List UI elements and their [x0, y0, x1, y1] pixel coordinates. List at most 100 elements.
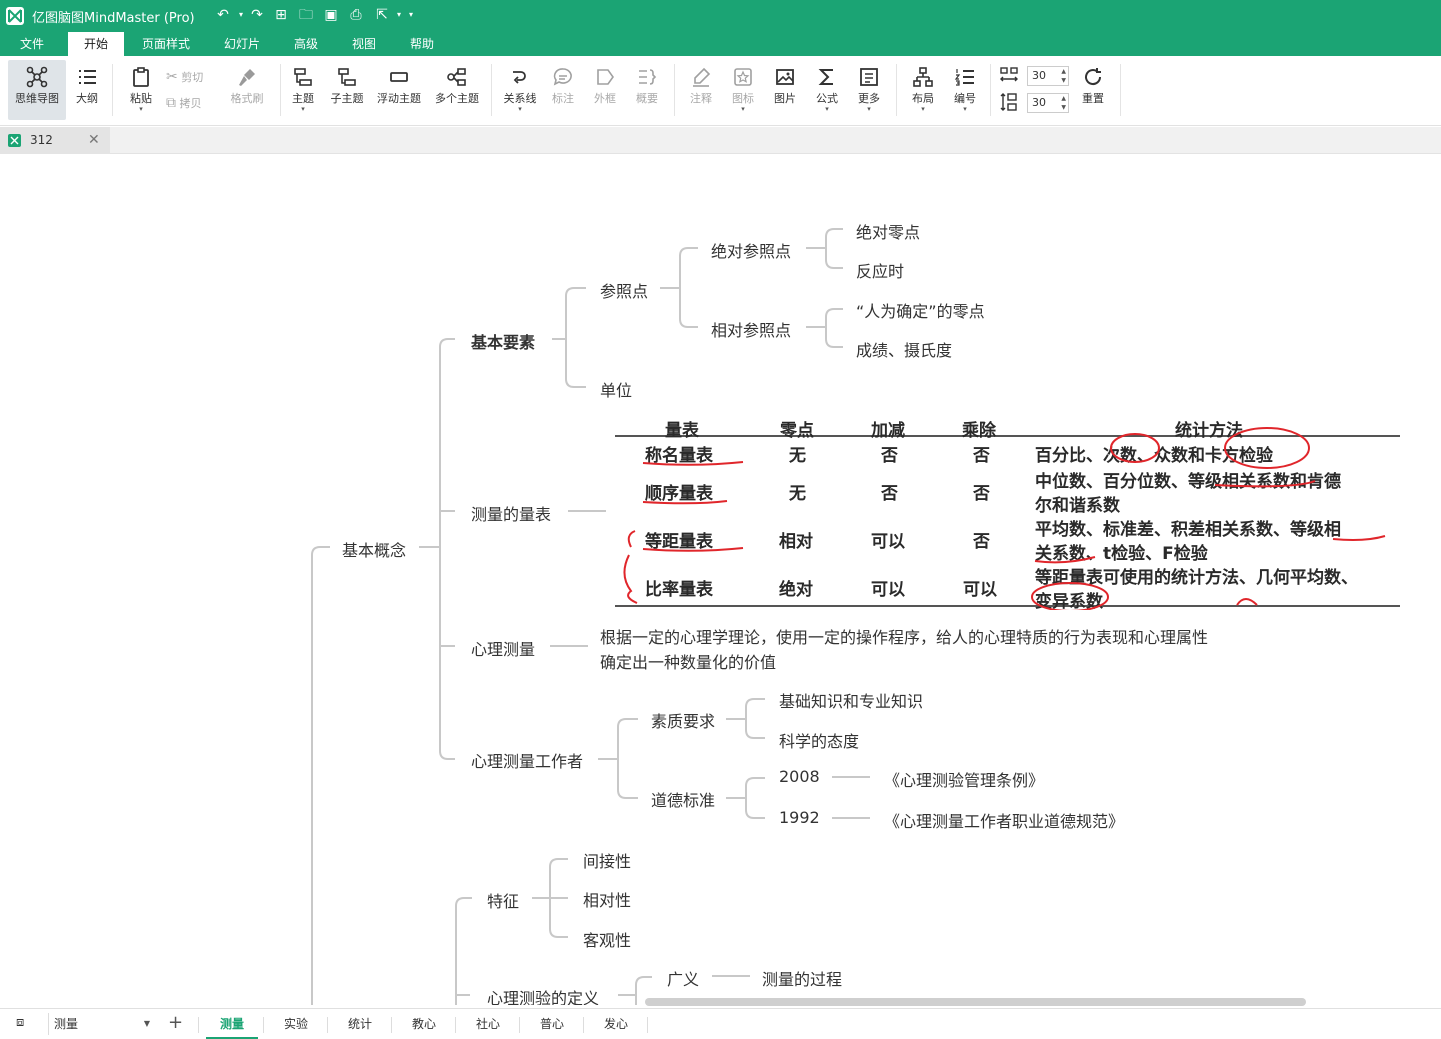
outline-view-label: 大纲: [76, 92, 98, 105]
node-features[interactable]: 特征: [487, 888, 519, 912]
node-definition[interactable]: 心理测验的定义: [487, 985, 599, 1005]
node-indirect[interactable]: 间接性: [583, 848, 631, 872]
relationship-dropdown-icon[interactable]: ▾: [498, 106, 542, 113]
more-icon: [860, 68, 878, 86]
node-scales[interactable]: 测量的量表: [471, 501, 551, 525]
page-view-icon[interactable]: ⧈: [16, 1015, 24, 1030]
node-root[interactable]: 基本概念: [342, 537, 406, 561]
paste-button[interactable]: 粘贴 ▾: [124, 60, 158, 120]
node-reference-point[interactable]: 参照点: [600, 278, 648, 302]
horizontal-spacing-input[interactable]: 30 ▲ ▼: [1027, 66, 1069, 86]
menu-view[interactable]: 视图: [340, 32, 388, 56]
scale-table-image[interactable]: 量表 零点 加减 乘除 统计方法 称名量表 无 否 否 百分比、次数、众数和卡方…: [615, 415, 1400, 612]
boundary-button[interactable]: 外框: [588, 60, 622, 120]
sheet-tab[interactable]: 实验: [270, 1009, 322, 1039]
menu-advanced[interactable]: 高级: [282, 32, 330, 56]
summary-button[interactable]: 概要: [630, 60, 664, 120]
formula-button[interactable]: 公式 ▾: [810, 60, 844, 120]
node-relative[interactable]: 相对性: [583, 887, 631, 911]
multiple-topics-button[interactable]: 多个主题: [430, 60, 484, 120]
node-psych-definition-line2[interactable]: 确定出一种数量化的价值: [600, 649, 776, 673]
menu-home[interactable]: 开始: [68, 32, 124, 56]
undo-icon[interactable]: ↶: [214, 6, 232, 24]
layout-button[interactable]: 布局 ▾: [906, 60, 940, 120]
sheet-tab[interactable]: 统计: [334, 1009, 386, 1039]
numbering-dropdown-icon[interactable]: ▾: [948, 106, 982, 113]
node-process[interactable]: 测量的过程: [762, 966, 842, 990]
layout-dropdown-icon[interactable]: ▾: [906, 106, 940, 113]
outline-view-button[interactable]: 大纲: [68, 60, 106, 120]
node-basic-elements[interactable]: 基本要素: [471, 329, 535, 353]
callout-button[interactable]: 标注: [546, 60, 580, 120]
node-grades[interactable]: 成绩、摄氏度: [856, 337, 952, 361]
paste-dropdown-icon[interactable]: ▾: [124, 106, 158, 113]
node-broad[interactable]: 广义: [667, 966, 699, 990]
sheet-tab[interactable]: 教心: [398, 1009, 450, 1039]
horizontal-spacing-up-icon[interactable]: ▲: [1061, 68, 1066, 75]
topic-button[interactable]: 主题 ▾: [286, 60, 320, 120]
node-relative-reference[interactable]: 相对参照点: [711, 317, 791, 341]
node-absolute-zero[interactable]: 绝对零点: [856, 219, 920, 243]
redo-icon[interactable]: ↷: [248, 6, 266, 24]
menu-slides[interactable]: 幻灯片: [214, 32, 270, 56]
vertical-spacing-up-icon[interactable]: ▲: [1061, 95, 1066, 102]
menu-file[interactable]: 文件: [8, 32, 56, 56]
reset-button[interactable]: 重置: [1076, 60, 1110, 120]
copy-button[interactable]: ⧉ 拷贝: [166, 94, 202, 112]
node-year-2008[interactable]: 2008: [779, 767, 820, 786]
menu-help[interactable]: 帮助: [398, 32, 446, 56]
sheet-tab[interactable]: 普心: [526, 1009, 578, 1039]
relationship-button[interactable]: 关系线 ▾: [498, 60, 542, 120]
floating-topic-button[interactable]: 浮动主题: [372, 60, 426, 120]
icon-dropdown-icon[interactable]: ▾: [726, 106, 760, 113]
node-knowledge[interactable]: 基础知识和专业知识: [779, 688, 923, 712]
vertical-spacing-down-icon[interactable]: ▼: [1061, 104, 1066, 111]
sheet-tab[interactable]: 测量: [206, 1009, 258, 1039]
sheet-tab[interactable]: 发心: [590, 1009, 642, 1039]
format-painter-button[interactable]: 格式刷: [226, 60, 268, 120]
topic-dropdown-icon[interactable]: ▾: [286, 106, 320, 113]
node-objective[interactable]: 客观性: [583, 927, 631, 951]
numbering-button[interactable]: 编号 ▾: [948, 60, 982, 120]
horizontal-spacing-down-icon[interactable]: ▼: [1061, 77, 1066, 84]
node-reg-1992[interactable]: 《心理测量工作者职业道德规范》: [884, 808, 1124, 832]
open-folder-icon[interactable]: 🗀: [297, 6, 315, 24]
mindmap-canvas[interactable]: 基本概念 基本要素 参照点 绝对参照点 绝对零点 反应时 相对参照点 “人为确定…: [0, 154, 1441, 1005]
sheet-tab[interactable]: 社心: [462, 1009, 514, 1039]
node-ethics[interactable]: 道德标准: [651, 787, 715, 811]
close-tab-icon[interactable]: ✕: [88, 127, 100, 154]
node-quality[interactable]: 素质要求: [651, 708, 715, 732]
more-button[interactable]: 更多 ▾: [852, 60, 886, 120]
save-icon[interactable]: ▣: [322, 6, 340, 24]
more-dropdown-icon[interactable]: ▾: [852, 106, 886, 113]
image-button[interactable]: 图片: [768, 60, 802, 120]
sheet-selector-dropdown[interactable]: 测量 ▼: [48, 1013, 152, 1035]
new-file-icon[interactable]: ⊞: [272, 6, 290, 24]
icon-button[interactable]: 图标 ▾: [726, 60, 760, 120]
customize-toolbar-icon[interactable]: ▾: [402, 6, 420, 24]
node-absolute-reference[interactable]: 绝对参照点: [711, 238, 791, 262]
mindmap-view-button[interactable]: 思维导图: [8, 60, 66, 120]
node-unit[interactable]: 单位: [600, 377, 632, 401]
cut-button[interactable]: ✂ 剪切: [166, 68, 203, 86]
document-tab-312[interactable]: 312 ✕: [0, 127, 110, 154]
note-button[interactable]: 注释: [684, 60, 718, 120]
node-reaction-time[interactable]: 反应时: [856, 258, 904, 282]
menu-page-style[interactable]: 页面样式: [134, 32, 198, 56]
export-icon[interactable]: ⇱: [373, 6, 391, 24]
node-year-1992[interactable]: 1992: [779, 808, 820, 827]
node-psych-measure[interactable]: 心理测量: [471, 636, 535, 660]
reset-label: 重置: [1082, 92, 1104, 105]
node-psych-definition-line1[interactable]: 根据一定的心理学理论，使用一定的操作程序，给人的心理特质的行为表现和心理属性: [600, 624, 1208, 648]
add-sheet-icon[interactable]: +: [168, 1012, 183, 1033]
print-icon[interactable]: ⎙: [347, 6, 365, 24]
subtopic-button[interactable]: 子主题: [326, 60, 368, 120]
vertical-spacing-input[interactable]: 30 ▲ ▼: [1027, 93, 1069, 113]
node-human-zero[interactable]: “人为确定”的零点: [856, 298, 985, 322]
horizontal-scrollbar[interactable]: [645, 998, 1306, 1006]
node-attitude[interactable]: 科学的态度: [779, 728, 859, 752]
app-title: 亿图脑图MindMaster (Pro): [32, 11, 195, 26]
node-workers[interactable]: 心理测量工作者: [471, 748, 583, 772]
node-reg-2008[interactable]: 《心理测验管理条例》: [884, 767, 1044, 791]
formula-dropdown-icon[interactable]: ▾: [810, 106, 844, 113]
